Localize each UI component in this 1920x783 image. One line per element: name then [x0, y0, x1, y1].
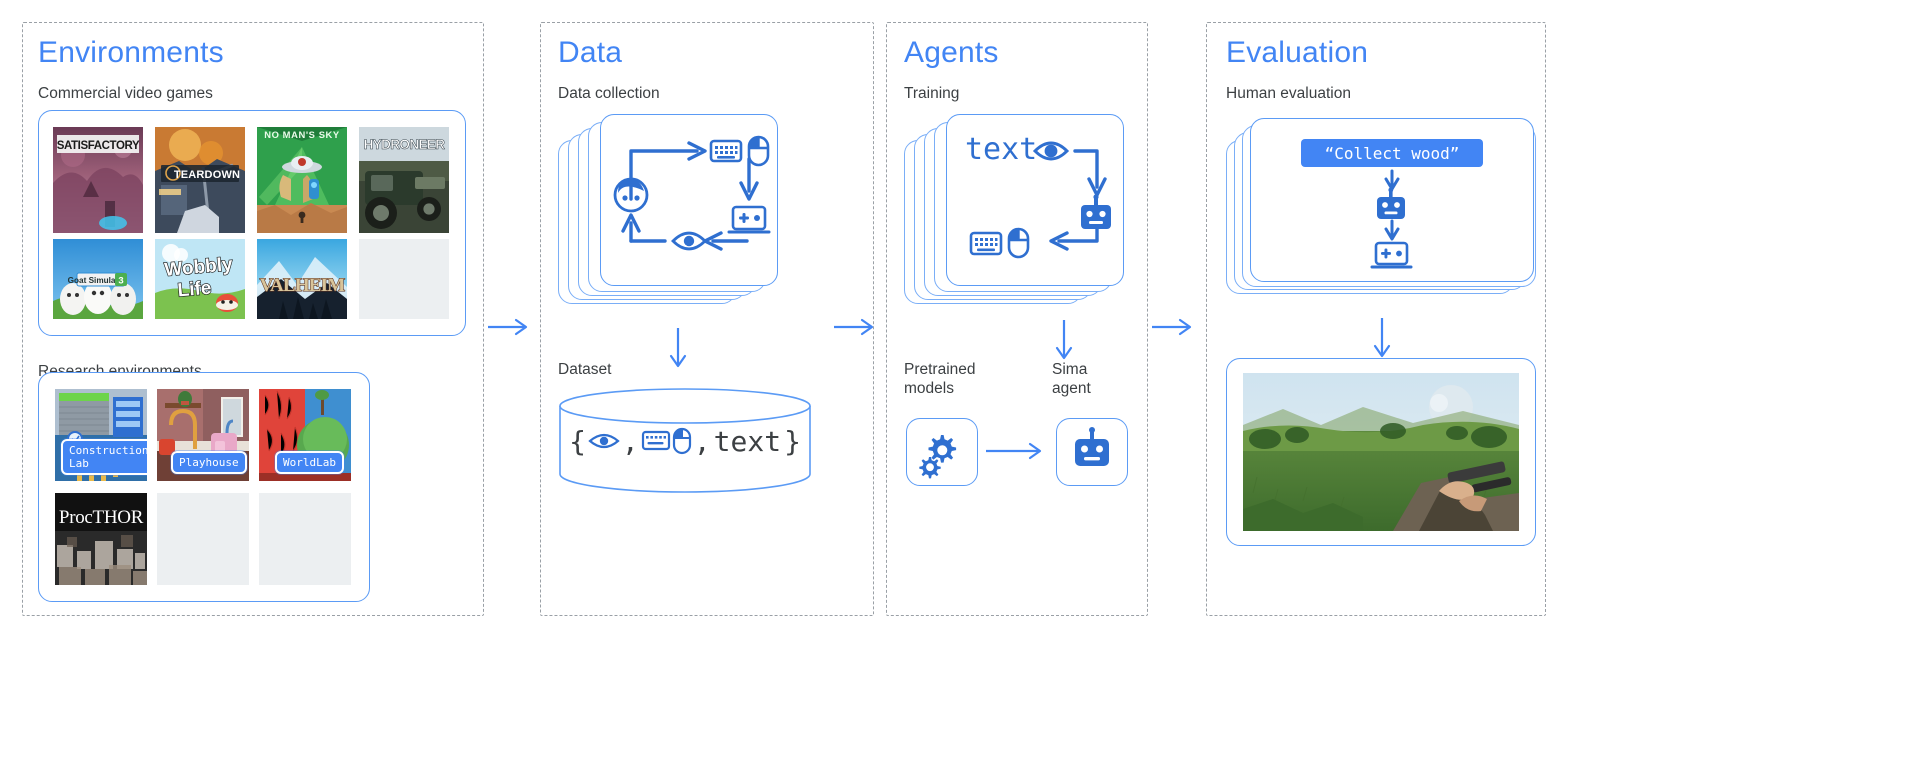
- subtitle-human-evaluation: Human evaluation: [1226, 85, 1351, 102]
- dataset-cylinder: {◎,⌨ 🖱,text} { , , text }: [558, 388, 812, 493]
- game-thumb-goat-simulator-3[interactable]: Goat Simulator 3: [53, 239, 143, 319]
- column-frame-agents: [886, 22, 1148, 616]
- eye-icon: [1032, 141, 1070, 161]
- dataset-text-token: text: [713, 424, 782, 458]
- svg-text:VALHEIM: VALHEIM: [260, 275, 346, 296]
- robot-icon: [1075, 427, 1109, 466]
- mouse-icon: [672, 427, 691, 455]
- svg-text:HYDRONEER: HYDRONEER: [364, 137, 446, 152]
- sima-agent-label: Sima agent: [1052, 361, 1091, 397]
- page-title-evaluation: Evaluation: [1226, 36, 1369, 69]
- column-frame-data: [540, 22, 874, 616]
- subtitle-data-collection: Data collection: [558, 85, 660, 102]
- game-thumb-empty-slot: [359, 239, 449, 319]
- evaluation-flow: [1370, 169, 1413, 269]
- research-thumb-procthor[interactable]: ProcTHOR: [55, 493, 147, 585]
- game-thumb-satisfactory[interactable]: SATISFACTORY: [53, 127, 143, 233]
- game-thumb-no-mans-sky[interactable]: NO MAN'S SKY: [257, 127, 347, 233]
- game-controller-icon: [727, 205, 771, 234]
- svg-text:3: 3: [118, 276, 123, 287]
- page-title-environments: Environments: [38, 36, 224, 69]
- flow-arrow-data-to-agents: [834, 318, 880, 336]
- dataset-comma-2: ,: [693, 424, 711, 458]
- pretrained-models-label: Pretrained models: [904, 361, 976, 397]
- research-thumb-construction-lab[interactable]: Construction Lab: [55, 389, 147, 481]
- sima-pipeline-diagram: Environments Commercial video games SATI…: [0, 0, 1920, 783]
- game-thumb-wobbly-life[interactable]: Wobbly Life: [155, 239, 245, 319]
- mouse-icon: [1007, 227, 1030, 259]
- svg-text:Life: Life: [177, 278, 212, 302]
- sima-agent-box: [1056, 418, 1128, 486]
- dataset-comma-1: ,: [621, 424, 639, 458]
- research-thumb-empty-slot-2: [259, 493, 351, 585]
- svg-text:NO MAN'S SKY: NO MAN'S SKY: [264, 129, 340, 140]
- column-evaluation: Evaluation Human evaluation: [1226, 38, 1526, 102]
- game-thumb-valheim[interactable]: VALHEIM: [257, 239, 347, 319]
- dataset-contents-row: { , , text }: [558, 420, 812, 462]
- column-agents: Agents Training: [904, 38, 1134, 102]
- dataset-label: Dataset: [558, 361, 612, 378]
- flow-arrow-environments-to-data: [488, 318, 534, 336]
- arrow-models-to-sima: [986, 442, 1048, 460]
- dataset-brace-open: {: [569, 424, 586, 458]
- keyboard-icon: [709, 139, 743, 163]
- gears-icon: [919, 435, 957, 479]
- eye-icon: [671, 231, 707, 251]
- agents-deck-sheet-front: text: [946, 114, 1124, 286]
- data-collection-card-deck: [558, 114, 788, 304]
- evaluation-card-deck: “Collect wood”: [1226, 118, 1538, 298]
- eye-icon: [588, 433, 620, 449]
- pretrained-models-box: [906, 418, 978, 486]
- game-thumb-teardown[interactable]: TEARDOWN: [155, 127, 245, 233]
- panel-research-environments: Construction Lab Playhouse WorldLab Proc…: [38, 372, 370, 602]
- subtitle-commercial-games: Commercial video games: [38, 85, 213, 102]
- subtitle-training: Training: [904, 85, 960, 102]
- page-title-data: Data: [558, 36, 623, 69]
- agents-card-deck: text: [904, 114, 1130, 304]
- panel-commercial-games: SATISFACTORY TEARDOWN NO MAN'S SKY HYDRO…: [38, 110, 466, 336]
- arrow-data-to-dataset: [668, 328, 688, 374]
- page-title-agents: Agents: [904, 36, 999, 69]
- robot-icon: [1081, 194, 1111, 229]
- dataset-brace-close: }: [784, 424, 801, 458]
- data-collection-loop: [613, 135, 771, 251]
- agent-training-loop: text: [965, 132, 1111, 259]
- mouse-icon: [747, 135, 770, 167]
- gameplay-screenshot: [1243, 373, 1519, 531]
- research-thumb-worldlab[interactable]: WorldLab: [259, 389, 351, 481]
- agent-text-token: text: [965, 132, 1037, 167]
- column-environments: Environments Commercial video games: [38, 38, 478, 102]
- game-thumb-hydroneer[interactable]: HYDRONEER: [359, 127, 449, 233]
- robot-icon: [1377, 187, 1405, 219]
- research-label-construction-lab: Construction Lab: [61, 439, 147, 475]
- research-thumb-playhouse[interactable]: Playhouse: [157, 389, 249, 481]
- gameplay-screenshot-panel: [1226, 358, 1536, 546]
- svg-text:SATISFACTORY: SATISFACTORY: [57, 140, 140, 152]
- research-label-worldlab: WorldLab: [275, 451, 344, 474]
- deck-sheet-front-data-collection: [600, 114, 778, 286]
- keyboard-icon: [641, 430, 670, 451]
- column-data: Data Data collection: [558, 38, 858, 102]
- svg-text:TEARDOWN: TEARDOWN: [174, 169, 240, 181]
- game-controller-icon: [1370, 241, 1413, 269]
- research-thumb-empty-slot-1: [157, 493, 249, 585]
- keyboard-icon: [969, 231, 1003, 256]
- eval-deck-sheet-front: “Collect wood”: [1250, 118, 1534, 282]
- research-label-playhouse: Playhouse: [171, 451, 247, 474]
- svg-text:ProcTHOR: ProcTHOR: [59, 507, 144, 528]
- flow-arrow-agents-to-evaluation: [1152, 318, 1198, 336]
